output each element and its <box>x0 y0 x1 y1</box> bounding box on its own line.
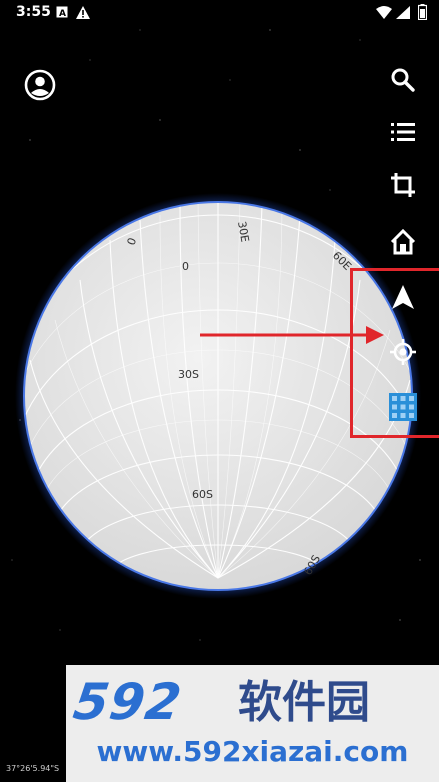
watermark-url: www.592xiazai.com <box>96 735 409 768</box>
globe-label: 30S <box>178 368 199 381</box>
watermark: 592 软件园 www.592xiazai.com <box>66 665 439 782</box>
status-time: 3:55 <box>16 4 51 20</box>
warning-icon <box>76 6 90 23</box>
search-icon[interactable] <box>387 64 419 96</box>
coordinates-readout: 37°26'5.94"S <box>6 764 60 773</box>
globe-label: 0 <box>182 260 189 273</box>
status-bar: 3:55 A <box>0 0 439 26</box>
watermark-logo: 592 <box>69 673 186 731</box>
account-icon[interactable] <box>24 69 56 101</box>
home-icon[interactable] <box>387 226 419 258</box>
watermark-chinese: 软件园 <box>238 677 370 728</box>
signal-icon <box>396 6 410 23</box>
wifi-icon <box>376 6 392 23</box>
svg-text:A: A <box>59 9 66 18</box>
globe-label: 60S <box>192 488 213 501</box>
crop-icon[interactable] <box>387 169 419 201</box>
annotation-highlight-box <box>350 268 439 438</box>
battery-icon <box>417 4 428 24</box>
map-screen: 0 30E 0 60E 30S 60S 60S 3:55 A 37°26'5.9… <box>0 0 439 782</box>
list-icon[interactable] <box>387 116 419 148</box>
notification-a-icon: A <box>56 6 68 22</box>
